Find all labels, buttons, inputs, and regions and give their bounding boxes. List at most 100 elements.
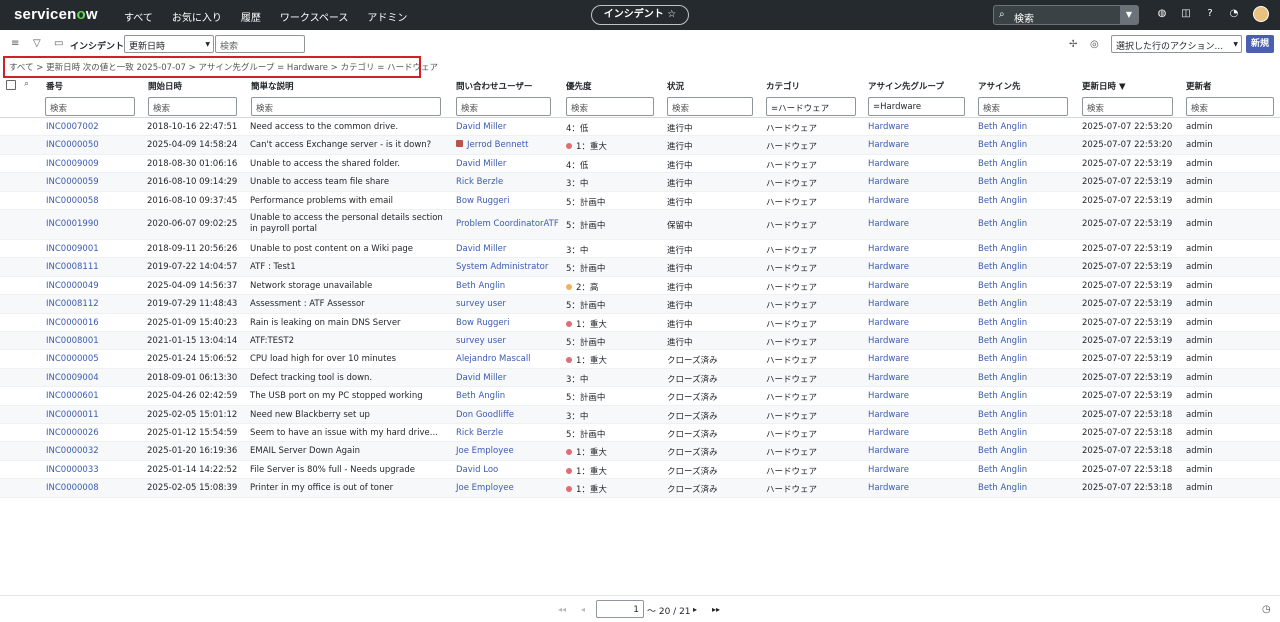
clock-icon[interactable]: ◷	[1262, 604, 1271, 615]
filter-category-input[interactable]: =ハードウェア	[766, 97, 856, 116]
caller-link[interactable]: Problem CoordinatorATF	[456, 219, 559, 229]
table-row[interactable]: INC0009004 2018-09-01 06:13:30 Defect trac…	[0, 368, 1280, 388]
group-link[interactable]: Hardware	[868, 465, 909, 475]
column-updated-by[interactable]: 更新者	[1186, 80, 1212, 92]
global-search[interactable]: ⌕ 検索 ▼	[993, 5, 1139, 25]
caller-link[interactable]: survey user	[456, 299, 506, 309]
table-row[interactable]: INC0009001 2018-09-11 20:56:26 Unable to p…	[0, 240, 1280, 259]
page-number-input[interactable]: 1	[596, 600, 644, 618]
incident-number-link[interactable]: INC0000032	[46, 446, 99, 456]
group-link[interactable]: Hardware	[868, 410, 909, 420]
group-link[interactable]: Hardware	[868, 299, 909, 309]
caller-link[interactable]: Don Goodliffe	[456, 410, 514, 420]
caller-link[interactable]: David Miller	[456, 122, 506, 132]
column-caller[interactable]: 問い合わせユーザー	[456, 80, 532, 92]
column-number[interactable]: 番号	[46, 80, 63, 92]
table-row[interactable]: INC0000005 2025-01-24 15:06:52 CPU load hi…	[0, 350, 1280, 369]
new-button[interactable]: 新規	[1246, 35, 1274, 53]
group-link[interactable]: Hardware	[868, 483, 909, 493]
assignee-link[interactable]: Beth Anglin	[978, 262, 1027, 272]
group-link[interactable]: Hardware	[868, 219, 909, 229]
incident-number-link[interactable]: INC0000049	[46, 281, 99, 291]
avatar[interactable]	[1253, 6, 1269, 22]
group-link[interactable]: Hardware	[868, 446, 909, 456]
incident-number-link[interactable]: INC0009009	[46, 159, 99, 169]
table-row[interactable]: INC0000008 2025-02-05 15:08:39 Printer in …	[0, 479, 1280, 498]
assignee-link[interactable]: Beth Anglin	[978, 159, 1027, 169]
caller-link[interactable]: System Administrator	[456, 262, 548, 272]
incident-number-link[interactable]: INC0008112	[46, 299, 99, 309]
column-opened[interactable]: 開始日時	[148, 80, 182, 92]
global-search-input[interactable]: 検索	[1014, 10, 1034, 25]
table-row[interactable]: INC0008112 2019-07-29 11:48:43 Assessment …	[0, 295, 1280, 314]
table-row[interactable]: INC0000058 2016-08-10 09:37:45 Performance…	[0, 192, 1280, 210]
bell-icon[interactable]: ◔	[1222, 8, 1246, 19]
assignee-link[interactable]: Beth Anglin	[978, 122, 1027, 132]
caller-link[interactable]: Rick Berzle	[456, 428, 503, 438]
menu-all[interactable]: すべて	[124, 9, 153, 24]
assignee-link[interactable]: Beth Anglin	[978, 318, 1027, 328]
context-title[interactable]: インシデント ☆	[591, 5, 689, 25]
caller-link[interactable]: Alejandro Mascall	[456, 354, 531, 364]
caller-link[interactable]: Joe Employee	[456, 483, 514, 493]
group-link[interactable]: Hardware	[868, 336, 909, 346]
incident-number-link[interactable]: INC0000005	[46, 354, 99, 364]
group-link[interactable]: Hardware	[868, 159, 909, 169]
incident-number-link[interactable]: INC0000050	[46, 140, 99, 150]
table-row[interactable]: INC0000059 2016-08-10 09:14:29 Unable to a…	[0, 173, 1280, 192]
group-link[interactable]: Hardware	[868, 122, 909, 132]
table-row[interactable]: INC0000032 2025-01-20 16:19:36 EMAIL Serve…	[0, 442, 1280, 461]
incident-number-link[interactable]: INC0000033	[46, 465, 99, 475]
filter-number-input[interactable]: 検索	[45, 97, 135, 116]
menu-admin[interactable]: アドミン	[367, 9, 407, 24]
incident-number-link[interactable]: INC0008111	[46, 262, 99, 272]
column-assigned-to[interactable]: アサイン先	[978, 80, 1021, 92]
table-row[interactable]: INC0001990 2020-06-07 09:02:25 Unable to a…	[0, 210, 1280, 240]
caller-link[interactable]: Bow Ruggeri	[456, 318, 509, 328]
filter-caller-input[interactable]: 検索	[456, 97, 551, 116]
column-state[interactable]: 状況	[667, 80, 684, 92]
incident-number-link[interactable]: INC0009004	[46, 373, 99, 383]
chevron-down-icon[interactable]: ▼	[1120, 6, 1138, 24]
group-link[interactable]: Hardware	[868, 318, 909, 328]
table-row[interactable]: INC0008001 2021-01-15 13:04:14 ATF:TEST2 su…	[0, 332, 1280, 351]
group-link[interactable]: Hardware	[868, 428, 909, 438]
assignee-link[interactable]: Beth Anglin	[978, 446, 1027, 456]
assignee-link[interactable]: Beth Anglin	[978, 177, 1027, 187]
column-category[interactable]: カテゴリ	[766, 80, 800, 92]
group-link[interactable]: Hardware	[868, 262, 909, 272]
assignee-link[interactable]: Beth Anglin	[978, 410, 1027, 420]
column-short-description[interactable]: 簡単な説明	[251, 80, 294, 92]
servicenow-logo[interactable]: servicenow	[14, 6, 98, 23]
assignee-link[interactable]: Beth Anglin	[978, 391, 1027, 401]
caller-link[interactable]: survey user	[456, 336, 506, 346]
caller-link[interactable]: David Miller	[456, 244, 506, 254]
caller-link[interactable]: Rick Berzle	[456, 177, 503, 187]
incident-number-link[interactable]: INC0000058	[46, 196, 99, 206]
filter-state-input[interactable]: 検索	[667, 97, 753, 116]
assignee-link[interactable]: Beth Anglin	[978, 196, 1027, 206]
caller-link[interactable]: Beth Anglin	[456, 281, 505, 291]
table-row[interactable]: INC0000601 2025-04-26 02:42:59 The USB por…	[0, 387, 1280, 406]
table-row[interactable]: INC0000050 2025-04-09 14:58:24 Can't acces…	[0, 136, 1280, 155]
filter-description-input[interactable]: 検索	[251, 97, 441, 116]
group-link[interactable]: Hardware	[868, 391, 909, 401]
column-priority[interactable]: 優先度	[566, 80, 592, 92]
filter-updated-input[interactable]: 検索	[1082, 97, 1173, 116]
filter-assignee-input[interactable]: 検索	[978, 97, 1068, 116]
incident-number-link[interactable]: INC0000008	[46, 483, 99, 493]
caller-link[interactable]: David Loo	[456, 465, 498, 475]
previous-page-button[interactable]: ◂	[581, 605, 585, 614]
incident-number-link[interactable]: INC0007002	[46, 122, 99, 132]
table-row[interactable]: INC0000033 2025-01-14 14:22:52 File Server…	[0, 461, 1280, 480]
assignee-link[interactable]: Beth Anglin	[978, 428, 1027, 438]
table-row[interactable]: INC0000016 2025-01-09 15:40:23 Rain is lea…	[0, 314, 1280, 332]
assignee-link[interactable]: Beth Anglin	[978, 465, 1027, 475]
column-updated[interactable]: 更新日時 ▼	[1082, 80, 1126, 92]
column-assignment-group[interactable]: アサイン先グループ	[868, 80, 944, 92]
table-row[interactable]: INC0000049 2025-04-09 14:56:37 Network sto…	[0, 277, 1280, 296]
message-icon[interactable]: ▭	[54, 38, 63, 49]
first-page-button[interactable]: ◂◂	[558, 605, 566, 614]
caller-link[interactable]: Joe Employee	[456, 446, 514, 456]
help-icon[interactable]: ?	[1198, 8, 1222, 19]
